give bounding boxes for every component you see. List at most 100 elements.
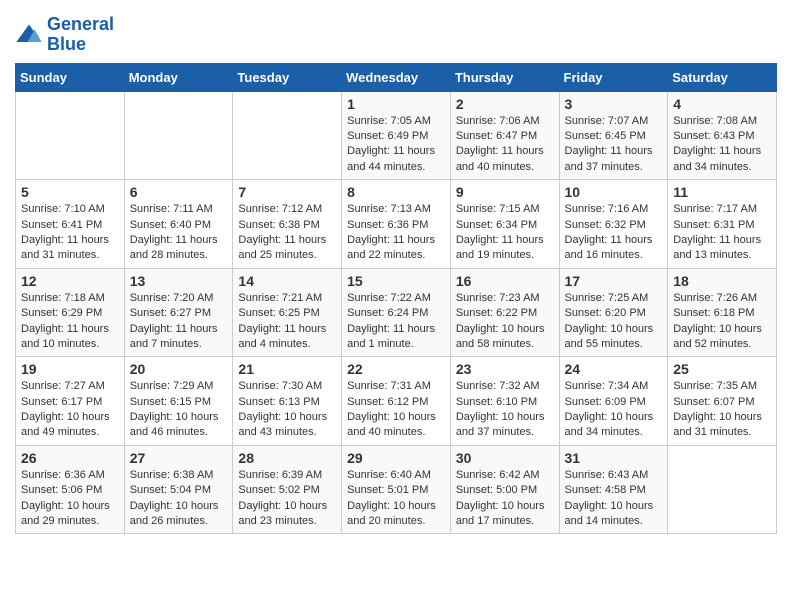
logo-icon	[15, 21, 43, 49]
calendar-cell: 29 Sunrise: 6:40 AM Sunset: 5:01 PM Dayli…	[342, 445, 451, 534]
week-row-3: 19 Sunrise: 7:27 AM Sunset: 6:17 PM Dayli…	[16, 357, 777, 446]
cell-content: Sunrise: 7:32 AM Sunset: 6:10 PM Dayligh…	[456, 379, 554, 441]
calendar-cell: 15 Sunrise: 7:22 AM Sunset: 6:24 PM Dayli…	[342, 268, 451, 357]
day-number: 9	[456, 184, 554, 200]
cell-content: Sunrise: 7:18 AM Sunset: 6:29 PM Dayligh…	[21, 291, 119, 353]
cell-content: Sunrise: 7:15 AM Sunset: 6:34 PM Dayligh…	[456, 202, 554, 264]
calendar-cell: 21 Sunrise: 7:30 AM Sunset: 6:13 PM Dayli…	[233, 357, 342, 446]
cell-content: Sunrise: 7:27 AM Sunset: 6:17 PM Dayligh…	[21, 379, 119, 441]
cell-content: Sunrise: 7:34 AM Sunset: 6:09 PM Dayligh…	[565, 379, 663, 441]
day-number: 19	[21, 361, 119, 377]
calendar-cell: 18Sunrise: 7:26 AM Sunset: 6:18 PM Dayli…	[668, 268, 777, 357]
calendar-cell: 1 Sunrise: 7:05 AM Sunset: 6:49 PM Daylig…	[342, 91, 451, 180]
calendar-cell: 12 Sunrise: 7:18 AM Sunset: 6:29 PM Dayli…	[16, 268, 125, 357]
calendar-header-row: SundayMondayTuesdayWednesdayThursdayFrid…	[16, 63, 777, 91]
calendar-cell: 16 Sunrise: 7:23 AM Sunset: 6:22 PM Dayli…	[450, 268, 559, 357]
cell-content: Sunrise: 7:12 AM Sunset: 6:38 PM Dayligh…	[238, 202, 336, 264]
day-header-monday: Monday	[124, 63, 233, 91]
calendar-cell: 8 Sunrise: 7:13 AM Sunset: 6:36 PM Daylig…	[342, 180, 451, 269]
day-number: 22	[347, 361, 445, 377]
week-row-1: 5 Sunrise: 7:10 AM Sunset: 6:41 PM Daylig…	[16, 180, 777, 269]
cell-content: Sunrise: 6:40 AM Sunset: 5:01 PM Dayligh…	[347, 468, 445, 530]
day-number: 21	[238, 361, 336, 377]
day-number: 3	[565, 96, 663, 112]
cell-content: Sunrise: 6:43 AM Sunset: 4:58 PM Dayligh…	[565, 468, 663, 530]
cell-content: Sunrise: 7:05 AM Sunset: 6:49 PM Dayligh…	[347, 114, 445, 176]
cell-content: Sunrise: 7:35 AM Sunset: 6:07 PM Dayligh…	[673, 379, 771, 441]
logo-text: General Blue	[47, 15, 114, 55]
calendar-cell	[233, 91, 342, 180]
day-number: 20	[130, 361, 228, 377]
day-number: 4	[673, 96, 771, 112]
week-row-0: 1 Sunrise: 7:05 AM Sunset: 6:49 PM Daylig…	[16, 91, 777, 180]
calendar-cell: 31 Sunrise: 6:43 AM Sunset: 4:58 PM Dayli…	[559, 445, 668, 534]
day-number: 2	[456, 96, 554, 112]
day-number: 16	[456, 273, 554, 289]
calendar-cell	[668, 445, 777, 534]
cell-content: Sunrise: 7:29 AM Sunset: 6:15 PM Dayligh…	[130, 379, 228, 441]
day-number: 29	[347, 450, 445, 466]
day-number: 15	[347, 273, 445, 289]
calendar-cell: 23 Sunrise: 7:32 AM Sunset: 6:10 PM Dayli…	[450, 357, 559, 446]
cell-content: Sunrise: 7:16 AM Sunset: 6:32 PM Dayligh…	[565, 202, 663, 264]
calendar-cell: 22 Sunrise: 7:31 AM Sunset: 6:12 PM Dayli…	[342, 357, 451, 446]
cell-content: Sunrise: 7:13 AM Sunset: 6:36 PM Dayligh…	[347, 202, 445, 264]
cell-content: Sunrise: 7:31 AM Sunset: 6:12 PM Dayligh…	[347, 379, 445, 441]
cell-content: Sunrise: 7:20 AM Sunset: 6:27 PM Dayligh…	[130, 291, 228, 353]
day-number: 8	[347, 184, 445, 200]
calendar-cell	[16, 91, 125, 180]
calendar-table: SundayMondayTuesdayWednesdayThursdayFrid…	[15, 63, 777, 535]
calendar-cell: 19 Sunrise: 7:27 AM Sunset: 6:17 PM Dayli…	[16, 357, 125, 446]
cell-content: Sunrise: 7:10 AM Sunset: 6:41 PM Dayligh…	[21, 202, 119, 264]
calendar-cell: 25Sunrise: 7:35 AM Sunset: 6:07 PM Dayli…	[668, 357, 777, 446]
calendar-cell: 30Sunrise: 6:42 AM Sunset: 5:00 PM Dayli…	[450, 445, 559, 534]
day-header-tuesday: Tuesday	[233, 63, 342, 91]
week-row-4: 26 Sunrise: 6:36 AM Sunset: 5:06 PM Dayli…	[16, 445, 777, 534]
cell-content: Sunrise: 7:21 AM Sunset: 6:25 PM Dayligh…	[238, 291, 336, 353]
calendar-cell: 20 Sunrise: 7:29 AM Sunset: 6:15 PM Dayli…	[124, 357, 233, 446]
day-header-saturday: Saturday	[668, 63, 777, 91]
day-number: 6	[130, 184, 228, 200]
calendar-cell: 5 Sunrise: 7:10 AM Sunset: 6:41 PM Daylig…	[16, 180, 125, 269]
calendar-cell: 7 Sunrise: 7:12 AM Sunset: 6:38 PM Daylig…	[233, 180, 342, 269]
calendar-cell: 24 Sunrise: 7:34 AM Sunset: 6:09 PM Dayli…	[559, 357, 668, 446]
calendar-cell: 27 Sunrise: 6:38 AM Sunset: 5:04 PM Dayli…	[124, 445, 233, 534]
day-number: 27	[130, 450, 228, 466]
cell-content: Sunrise: 6:39 AM Sunset: 5:02 PM Dayligh…	[238, 468, 336, 530]
day-number: 1	[347, 96, 445, 112]
day-number: 26	[21, 450, 119, 466]
day-number: 31	[565, 450, 663, 466]
day-number: 7	[238, 184, 336, 200]
day-number: 5	[21, 184, 119, 200]
day-number: 23	[456, 361, 554, 377]
day-number: 14	[238, 273, 336, 289]
cell-content: Sunrise: 7:23 AM Sunset: 6:22 PM Dayligh…	[456, 291, 554, 353]
cell-content: Sunrise: 7:06 AM Sunset: 6:47 PM Dayligh…	[456, 114, 554, 176]
day-number: 10	[565, 184, 663, 200]
calendar-cell: 9 Sunrise: 7:15 AM Sunset: 6:34 PM Daylig…	[450, 180, 559, 269]
logo: General Blue	[15, 15, 114, 55]
day-number: 17	[565, 273, 663, 289]
cell-content: Sunrise: 7:08 AM Sunset: 6:43 PM Dayligh…	[673, 114, 771, 176]
calendar-cell: 6Sunrise: 7:11 AM Sunset: 6:40 PM Daylig…	[124, 180, 233, 269]
calendar-cell: 17 Sunrise: 7:25 AM Sunset: 6:20 PM Dayli…	[559, 268, 668, 357]
day-number: 28	[238, 450, 336, 466]
cell-content: Sunrise: 6:36 AM Sunset: 5:06 PM Dayligh…	[21, 468, 119, 530]
day-number: 11	[673, 184, 771, 200]
week-row-2: 12 Sunrise: 7:18 AM Sunset: 6:29 PM Dayli…	[16, 268, 777, 357]
day-header-sunday: Sunday	[16, 63, 125, 91]
cell-content: Sunrise: 7:07 AM Sunset: 6:45 PM Dayligh…	[565, 114, 663, 176]
calendar-cell: 26 Sunrise: 6:36 AM Sunset: 5:06 PM Dayli…	[16, 445, 125, 534]
calendar-cell: 2 Sunrise: 7:06 AM Sunset: 6:47 PM Daylig…	[450, 91, 559, 180]
day-number: 12	[21, 273, 119, 289]
day-number: 24	[565, 361, 663, 377]
cell-content: Sunrise: 7:17 AM Sunset: 6:31 PM Dayligh…	[673, 202, 771, 264]
cell-content: Sunrise: 7:22 AM Sunset: 6:24 PM Dayligh…	[347, 291, 445, 353]
cell-content: Sunrise: 6:38 AM Sunset: 5:04 PM Dayligh…	[130, 468, 228, 530]
calendar-cell: 28 Sunrise: 6:39 AM Sunset: 5:02 PM Dayli…	[233, 445, 342, 534]
calendar-container: General Blue SundayMondayTuesdayWednesda…	[0, 0, 792, 549]
day-header-wednesday: Wednesday	[342, 63, 451, 91]
cell-content: Sunrise: 7:30 AM Sunset: 6:13 PM Dayligh…	[238, 379, 336, 441]
cell-content: Sunrise: 7:25 AM Sunset: 6:20 PM Dayligh…	[565, 291, 663, 353]
day-header-friday: Friday	[559, 63, 668, 91]
